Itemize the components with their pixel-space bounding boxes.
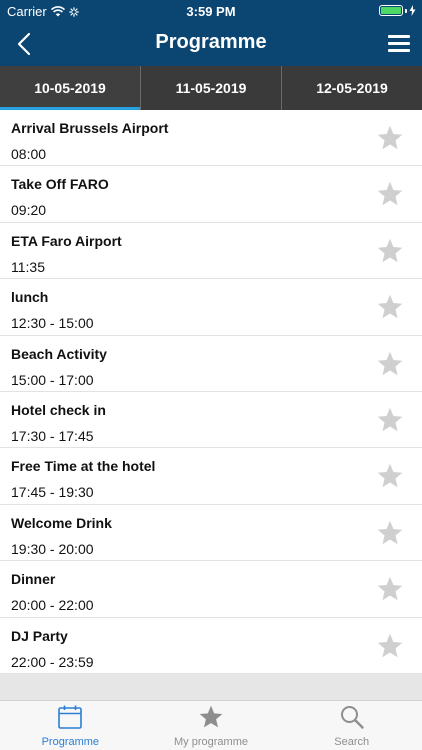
charging-bolt-icon	[409, 5, 416, 16]
list-item[interactable]: Take Off FARO 09:20	[0, 166, 422, 223]
star-icon[interactable]	[376, 350, 404, 378]
star-icon[interactable]	[376, 124, 404, 152]
star-icon[interactable]	[376, 237, 404, 265]
navigation-bar: Programme	[0, 22, 422, 66]
list-item[interactable]: Arrival Brussels Airport 08:00	[0, 110, 422, 167]
star-icon[interactable]	[376, 632, 404, 660]
item-title: DJ Party	[11, 627, 68, 644]
list-item[interactable]: Free Time at the hotel 17:45 - 19:30	[0, 448, 422, 505]
item-time: 17:45 - 19:30	[11, 484, 94, 501]
item-title: Welcome Drink	[11, 514, 112, 531]
date-tabs: 10-05-2019 11-05-2019 12-05-2019	[0, 66, 422, 110]
page-title: Programme	[155, 31, 267, 53]
tab-label: Search	[334, 736, 370, 748]
list-item[interactable]: Beach Activity 15:00 - 17:00	[0, 336, 422, 392]
item-time: 22:00 - 23:59	[11, 653, 94, 670]
hamburger-menu-icon[interactable]	[388, 34, 410, 54]
star-icon	[199, 705, 223, 728]
item-title: Take Off FARO	[11, 176, 109, 193]
item-title: lunch	[11, 289, 49, 306]
item-title: Hotel check in	[11, 401, 106, 418]
tab-date-3[interactable]: 12-05-2019	[281, 66, 422, 110]
item-title: Dinner	[11, 571, 56, 588]
item-title: Beach Activity	[11, 345, 107, 362]
item-time: 09:20	[11, 202, 47, 219]
battery-icon	[379, 5, 403, 16]
tab-search[interactable]: Search	[281, 701, 422, 750]
calendar-icon	[58, 705, 83, 729]
tab-label: My programme	[174, 736, 248, 748]
bottom-tab-bar: Programme My programme Search	[0, 700, 422, 750]
list-item[interactable]: Welcome Drink 19:30 - 20:00	[0, 505, 422, 562]
star-icon[interactable]	[376, 406, 404, 434]
list-item[interactable]: DJ Party 22:00 - 23:59	[0, 618, 422, 674]
item-time: 17:30 - 17:45	[11, 427, 94, 444]
search-icon	[340, 706, 364, 729]
star-icon[interactable]	[376, 180, 404, 208]
item-time: 11:35	[11, 258, 45, 275]
item-time: 08:00	[11, 146, 47, 162]
status-time: 3:59 PM	[186, 4, 236, 19]
item-title: Free Time at the hotel	[11, 458, 156, 475]
tab-date-2[interactable]: 11-05-2019	[140, 66, 281, 110]
status-bar: Carrier 3:59 PM	[0, 0, 422, 22]
tab-my-programme[interactable]: My programme	[141, 701, 282, 750]
tab-programme[interactable]: Programme	[0, 701, 141, 750]
item-time: 19:30 - 20:00	[11, 540, 94, 557]
list-item[interactable]: ETA Faro Airport 11:35	[0, 223, 422, 280]
list-item[interactable]: lunch 12:30 - 15:00	[0, 279, 422, 336]
tab-label: Programme	[41, 736, 100, 748]
star-icon[interactable]	[376, 519, 404, 547]
item-title: Arrival Brussels Airport	[11, 120, 169, 136]
programme-list: Arrival Brussels Airport 08:00 Take Off …	[0, 110, 422, 674]
star-icon[interactable]	[376, 575, 404, 603]
list-item[interactable]: Dinner 20:00 - 22:00	[0, 561, 422, 618]
item-time: 20:00 - 22:00	[11, 597, 94, 614]
item-title: ETA Faro Airport	[11, 232, 122, 249]
tab-date-1[interactable]: 10-05-2019	[0, 66, 140, 110]
item-time: 15:00 - 17:00	[11, 371, 94, 388]
list-item[interactable]: Hotel check in 17:30 - 17:45	[0, 392, 422, 449]
battery-indicator	[379, 5, 416, 16]
star-icon[interactable]	[376, 462, 404, 490]
star-icon[interactable]	[376, 293, 404, 321]
item-time: 12:30 - 15:00	[11, 315, 94, 332]
